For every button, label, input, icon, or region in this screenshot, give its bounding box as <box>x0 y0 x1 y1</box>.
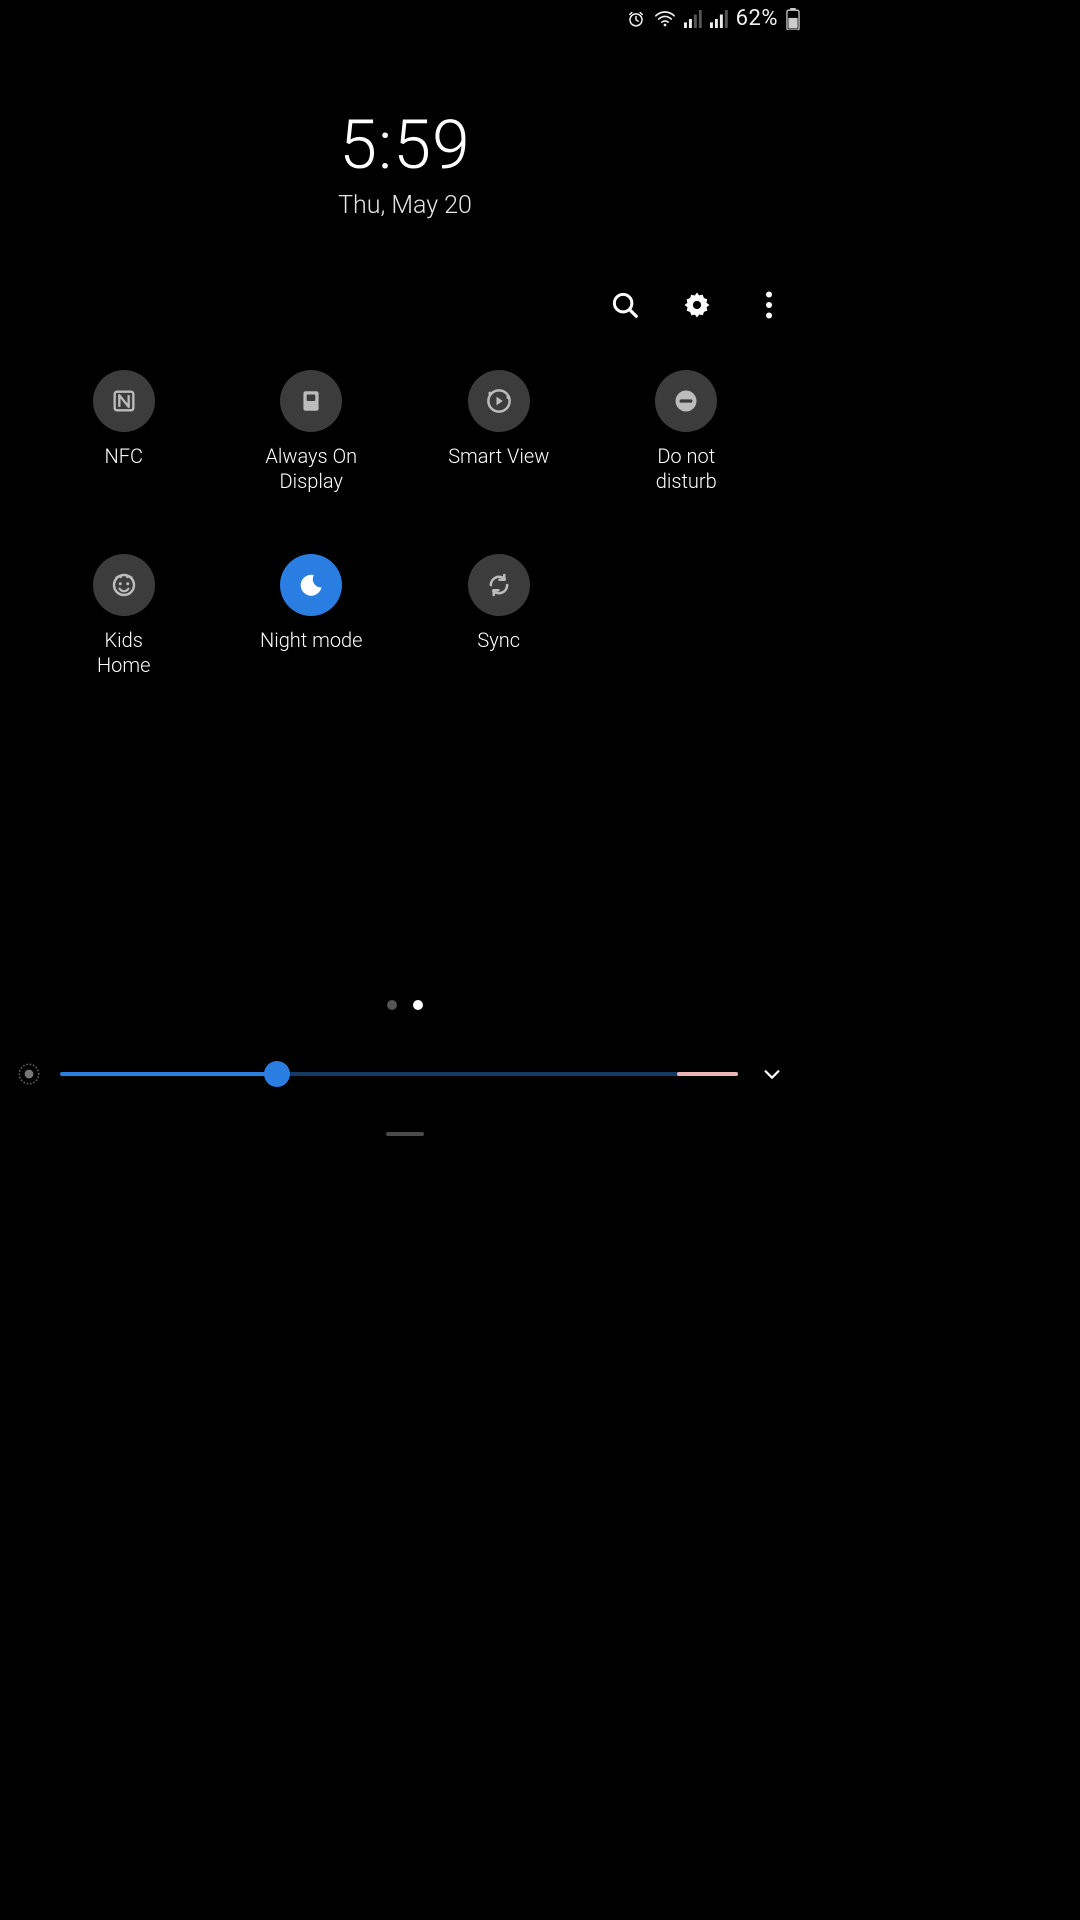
aod-icon <box>280 370 342 432</box>
clock-date: Thu, May 20 <box>0 191 810 220</box>
clock-time: 5:59 <box>0 105 810 185</box>
qs-tile-label: Kids Home <box>97 628 150 678</box>
search-button[interactable] <box>604 284 646 326</box>
battery-icon <box>786 8 800 30</box>
settings-button[interactable] <box>676 284 718 326</box>
status-bar: 62% <box>626 6 800 31</box>
search-icon <box>610 290 640 320</box>
qs-tile-aod[interactable]: Always On Display <box>218 370 406 494</box>
qs-tile-sync[interactable]: Sync <box>405 554 593 678</box>
qs-tile-label: Do not disturb <box>656 444 717 494</box>
nfc-icon <box>93 370 155 432</box>
qs-tile-label: Sync <box>477 628 520 653</box>
chevron-down-icon <box>761 1063 783 1085</box>
signal-1-icon <box>684 10 702 28</box>
brightness-slider[interactable] <box>60 1060 738 1088</box>
qs-tile-label: NFC <box>105 444 143 469</box>
brightness-row <box>0 1054 810 1094</box>
action-row <box>604 284 790 326</box>
quick-settings-grid: NFC Always On Display Smart View Do not dis… <box>0 370 810 678</box>
dnd-icon <box>655 370 717 432</box>
more-button[interactable] <box>748 284 790 326</box>
battery-percentage: 62% <box>736 6 778 31</box>
qs-tile-label: Night mode <box>260 628 363 653</box>
moon-icon <box>280 554 342 616</box>
qs-tile-nfc[interactable]: NFC <box>30 370 218 494</box>
qs-tile-nightmode[interactable]: Night mode <box>218 554 406 678</box>
smartview-icon <box>468 370 530 432</box>
drag-handle[interactable] <box>386 1132 424 1136</box>
sync-icon <box>468 554 530 616</box>
gear-icon <box>682 290 712 320</box>
page-dot[interactable] <box>413 1000 423 1010</box>
more-vertical-icon <box>765 291 773 319</box>
page-dot[interactable] <box>387 1000 397 1010</box>
brightness-expand-button[interactable] <box>752 1054 792 1094</box>
qs-tile-label: Always On Display <box>265 444 357 494</box>
page-indicator[interactable] <box>0 1000 810 1010</box>
clock-block: 5:59 Thu, May 20 <box>0 105 810 220</box>
alarm-icon <box>626 9 646 29</box>
signal-2-icon <box>710 10 728 28</box>
wifi-icon <box>654 9 676 29</box>
brightness-icon <box>12 1057 46 1091</box>
qs-tile-dnd[interactable]: Do not disturb <box>593 370 781 494</box>
qs-tile-kidshome[interactable]: Kids Home <box>30 554 218 678</box>
qs-tile-smartview[interactable]: Smart View <box>405 370 593 494</box>
kids-icon <box>93 554 155 616</box>
qs-tile-label: Smart View <box>448 444 549 469</box>
